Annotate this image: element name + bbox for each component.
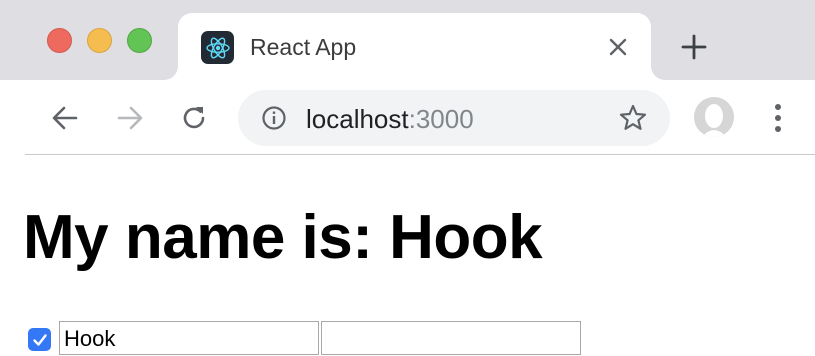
url-text[interactable]: localhost:3000 bbox=[306, 104, 474, 134]
name-checkbox[interactable] bbox=[28, 328, 51, 351]
url-port: :3000 bbox=[408, 104, 474, 134]
window-maximize-button[interactable] bbox=[127, 28, 152, 53]
avatar[interactable] bbox=[694, 97, 734, 137]
tab-react-app[interactable]: React App bbox=[178, 13, 651, 80]
page-content: My name is: Hook bbox=[0, 155, 815, 356]
react-logo-icon bbox=[201, 31, 234, 64]
url-host: localhost bbox=[306, 104, 409, 134]
name-input-first[interactable] bbox=[59, 321, 319, 355]
address-bar[interactable]: localhost:3000 bbox=[238, 90, 670, 146]
kebab-menu-icon[interactable] bbox=[766, 100, 790, 136]
browser-toolbar: localhost:3000 bbox=[0, 80, 815, 154]
tab-title: React App bbox=[250, 34, 357, 60]
checkmark-icon bbox=[32, 333, 47, 346]
plus-icon[interactable] bbox=[680, 33, 708, 61]
star-icon[interactable] bbox=[618, 103, 648, 133]
window-minimize-button[interactable] bbox=[87, 28, 112, 53]
tab-strip: React App bbox=[0, 0, 815, 80]
name-input-second[interactable] bbox=[321, 321, 581, 355]
close-icon[interactable] bbox=[606, 35, 630, 59]
browser-window: React App localhost:3000 My name is: Hoo… bbox=[0, 0, 815, 356]
info-icon[interactable] bbox=[260, 104, 288, 132]
window-close-button[interactable] bbox=[47, 28, 72, 53]
page-title: My name is: Hook bbox=[23, 203, 543, 272]
reload-icon[interactable] bbox=[178, 102, 210, 134]
arrow-left-icon[interactable] bbox=[49, 102, 81, 134]
arrow-right-icon[interactable] bbox=[114, 102, 146, 134]
